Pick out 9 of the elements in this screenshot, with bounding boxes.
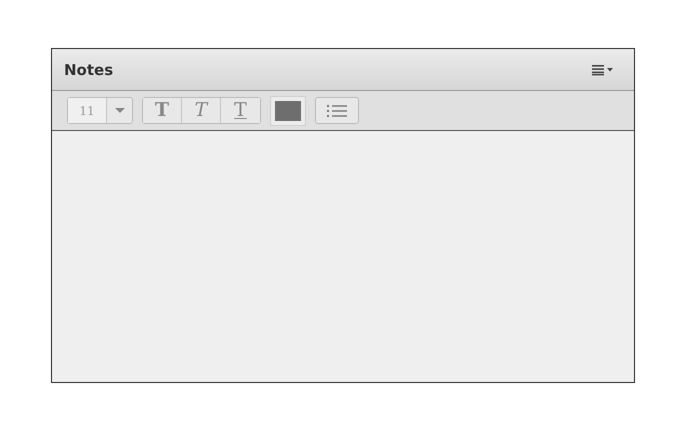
bullet-list-button[interactable] <box>315 97 359 124</box>
bold-button[interactable]: T <box>143 98 182 123</box>
caret-icon <box>114 108 124 114</box>
menu-icon[interactable] <box>592 64 614 76</box>
bullet-list-icon <box>327 104 347 118</box>
color-swatch <box>275 100 301 120</box>
panel-title: Notes <box>64 60 114 78</box>
text-color-button[interactable] <box>270 96 306 126</box>
font-size-dropdown[interactable]: 11 <box>67 97 133 124</box>
